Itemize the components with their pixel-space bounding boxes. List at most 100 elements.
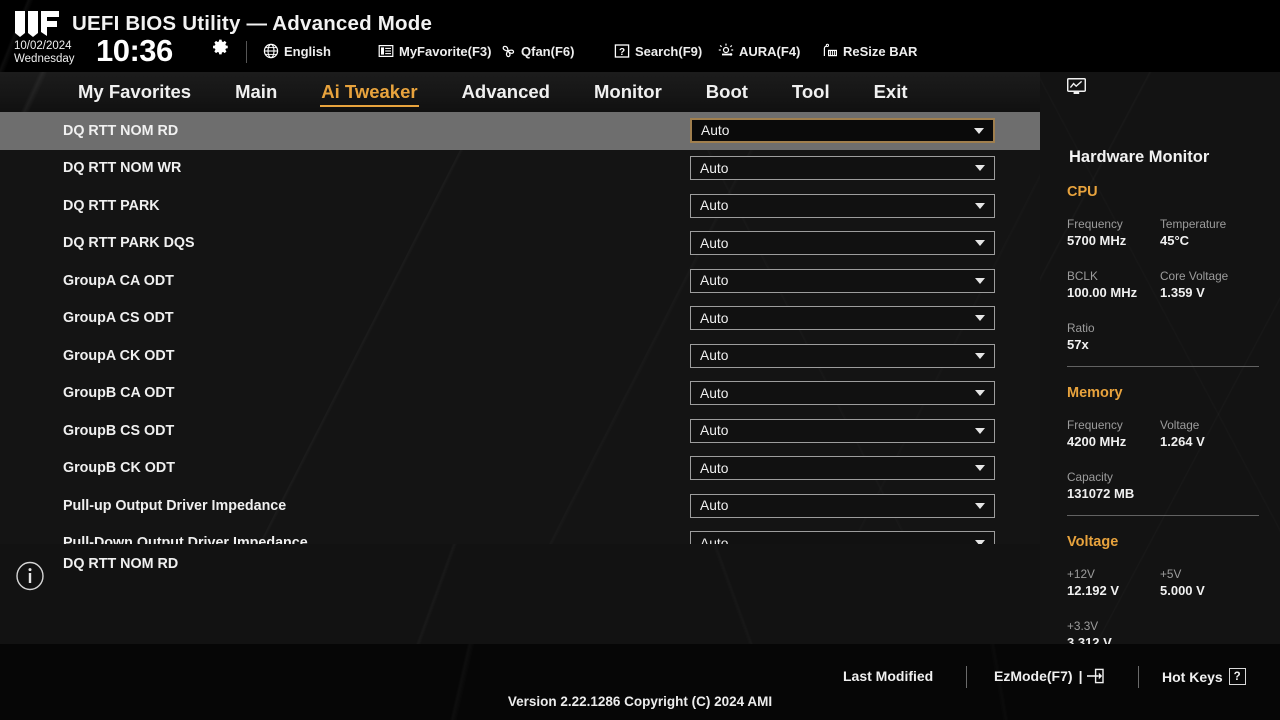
setting-label: GroupB CA ODT (63, 385, 175, 402)
setting-dropdown[interactable]: Auto (690, 493, 995, 518)
scrollbar-track[interactable] (1030, 112, 1036, 544)
table-row[interactable]: DQ RTT PARK DQS Auto (0, 225, 1040, 263)
toolbar-label: ReSize BAR (843, 43, 918, 59)
tab-tool[interactable]: Tool (770, 72, 852, 112)
ezmode-button[interactable]: EzMode(F7) | (994, 668, 1105, 684)
hw-metric-label: +12V (1067, 567, 1095, 581)
table-row[interactable]: DQ RTT NOM RD Auto (0, 112, 1040, 150)
setting-value: Auto (700, 160, 729, 176)
hw-metric-label: Voltage (1160, 418, 1200, 432)
setting-dropdown[interactable]: Auto (690, 268, 995, 293)
chevron-down-icon (975, 352, 985, 359)
table-row[interactable]: GroupA CK ODT Auto (0, 337, 1040, 375)
info-icon (16, 561, 44, 591)
hw-metric-value: 3.312 V (1067, 635, 1112, 644)
setting-value: Auto (700, 235, 729, 251)
aura-icon (718, 43, 734, 56)
chevron-down-icon (975, 277, 985, 284)
chevron-down-icon (975, 240, 985, 247)
toolbar-item-english[interactable]: English (263, 43, 331, 59)
toolbar-item-qfan[interactable]: Qfan(F6) (500, 43, 574, 59)
hw-section-title: Memory (1067, 385, 1123, 401)
tab-main[interactable]: Main (213, 72, 299, 112)
chevron-down-icon (975, 502, 985, 509)
setting-label: DQ RTT NOM WR (63, 160, 182, 177)
toolbar-label: AURA(F4) (739, 43, 801, 59)
setting-dropdown[interactable]: Auto (690, 193, 995, 218)
section-divider (1067, 366, 1259, 367)
chevron-down-icon (975, 202, 985, 209)
toolbar-item-myfavorite[interactable]: MyFavorite(F3) (378, 43, 491, 59)
table-row[interactable]: Pull-up Output Driver Impedance Auto (0, 487, 1040, 525)
setting-label: Pull-up Output Driver Impedance (63, 497, 287, 514)
setting-dropdown[interactable]: Auto (690, 306, 995, 331)
setting-label: DQ RTT PARK (63, 197, 160, 214)
fan-icon (502, 45, 515, 58)
tab-boot[interactable]: Boot (684, 72, 770, 112)
ezmode-label: EzMode(F7) (994, 668, 1073, 684)
toolbar-item-resize-bar[interactable]: ReSize BAR (822, 43, 917, 59)
toolbar-item-aura[interactable]: AURA(F4) (718, 43, 800, 59)
table-row[interactable]: Pull-Down Output Driver Impedance Auto (0, 525, 1040, 544)
table-row[interactable]: GroupB CS ODT Auto (0, 412, 1040, 450)
hw-metric-label: +3.3V (1067, 619, 1099, 633)
system-weekday: Wednesday (14, 52, 75, 65)
setting-value: Auto (700, 198, 729, 214)
hw-metric-value: 5700 MHz (1067, 233, 1127, 248)
hw-metric-label: Frequency (1067, 217, 1123, 231)
chevron-down-icon (975, 315, 985, 322)
hw-metric-label: Core Voltage (1160, 269, 1229, 283)
resize-bar-icon (823, 43, 838, 57)
setting-dropdown[interactable]: Auto (690, 343, 995, 368)
hardware-monitor-panel: Hardware Monitor CPU Frequency 5700 MHz Tem… (1040, 72, 1280, 644)
setting-label: GroupA CS ODT (63, 310, 174, 327)
setting-label: GroupA CA ODT (63, 272, 174, 289)
hw-section-title: CPU (1067, 184, 1098, 200)
last-modified-button[interactable]: Last Modified (843, 668, 933, 684)
tab-monitor[interactable]: Monitor (572, 72, 684, 112)
table-row[interactable]: GroupB CK ODT Auto (0, 450, 1040, 488)
version-text: Version 2.22.1286 Copyright (C) 2024 AMI (507, 694, 773, 709)
setting-dropdown[interactable]: Auto (690, 418, 995, 443)
hw-metric-label: Temperature (1160, 217, 1227, 231)
toolbar-item-search[interactable]: ? Search(F9) (614, 43, 702, 59)
info-panel-text: DQ RTT NOM RD (63, 556, 179, 572)
setting-dropdown[interactable]: Auto (690, 231, 995, 256)
table-row[interactable]: GroupB CA ODT Auto (0, 375, 1040, 413)
tab-exit[interactable]: Exit (852, 72, 930, 112)
tuf-gaming-logo (15, 11, 59, 37)
hw-metric-label: BCLK (1067, 269, 1098, 283)
footer-divider-2 (1138, 666, 1139, 688)
setting-dropdown[interactable]: Auto (690, 156, 995, 181)
tab-my-favorites[interactable]: My Favorites (56, 72, 213, 112)
gear-icon[interactable] (212, 38, 230, 56)
hotkeys-button[interactable]: Hot Keys ? (1162, 668, 1246, 685)
toolbar-label: Qfan(F6) (521, 43, 575, 59)
info-panel: DQ RTT NOM RD (0, 544, 1040, 644)
setting-value: Auto (700, 423, 729, 439)
section-divider (1067, 515, 1259, 516)
setting-dropdown[interactable]: Auto (690, 381, 995, 406)
hw-metric-value: 1.264 V (1160, 434, 1205, 449)
setting-label: DQ RTT PARK DQS (63, 235, 195, 252)
chevron-down-icon (975, 427, 985, 434)
table-row[interactable]: DQ RTT PARK Auto (0, 187, 1040, 225)
setting-label: DQ RTT NOM RD (63, 122, 179, 139)
tab-ai-tweaker[interactable]: Ai Tweaker (299, 72, 439, 112)
setting-label: GroupA CK ODT (63, 347, 175, 364)
hw-metric-value: 100.00 MHz (1067, 285, 1138, 300)
last-modified-label: Last Modified (843, 668, 934, 684)
setting-dropdown[interactable]: Auto (690, 118, 995, 144)
chevron-down-icon (975, 165, 985, 172)
hw-metric-label: Frequency (1067, 418, 1123, 432)
ezmode-separator: | (1078, 668, 1083, 684)
table-row[interactable]: GroupA CS ODT Auto (0, 300, 1040, 338)
tab-advanced[interactable]: Advanced (440, 72, 572, 112)
table-row[interactable]: GroupA CA ODT Auto (0, 262, 1040, 300)
setting-dropdown[interactable]: Auto (690, 531, 995, 544)
hw-metric-label: Ratio (1067, 321, 1095, 335)
setting-dropdown[interactable]: Auto (690, 456, 995, 481)
setting-value: Auto (700, 460, 729, 476)
table-row[interactable]: DQ RTT NOM WR Auto (0, 150, 1040, 188)
setting-value: Auto (700, 535, 729, 544)
